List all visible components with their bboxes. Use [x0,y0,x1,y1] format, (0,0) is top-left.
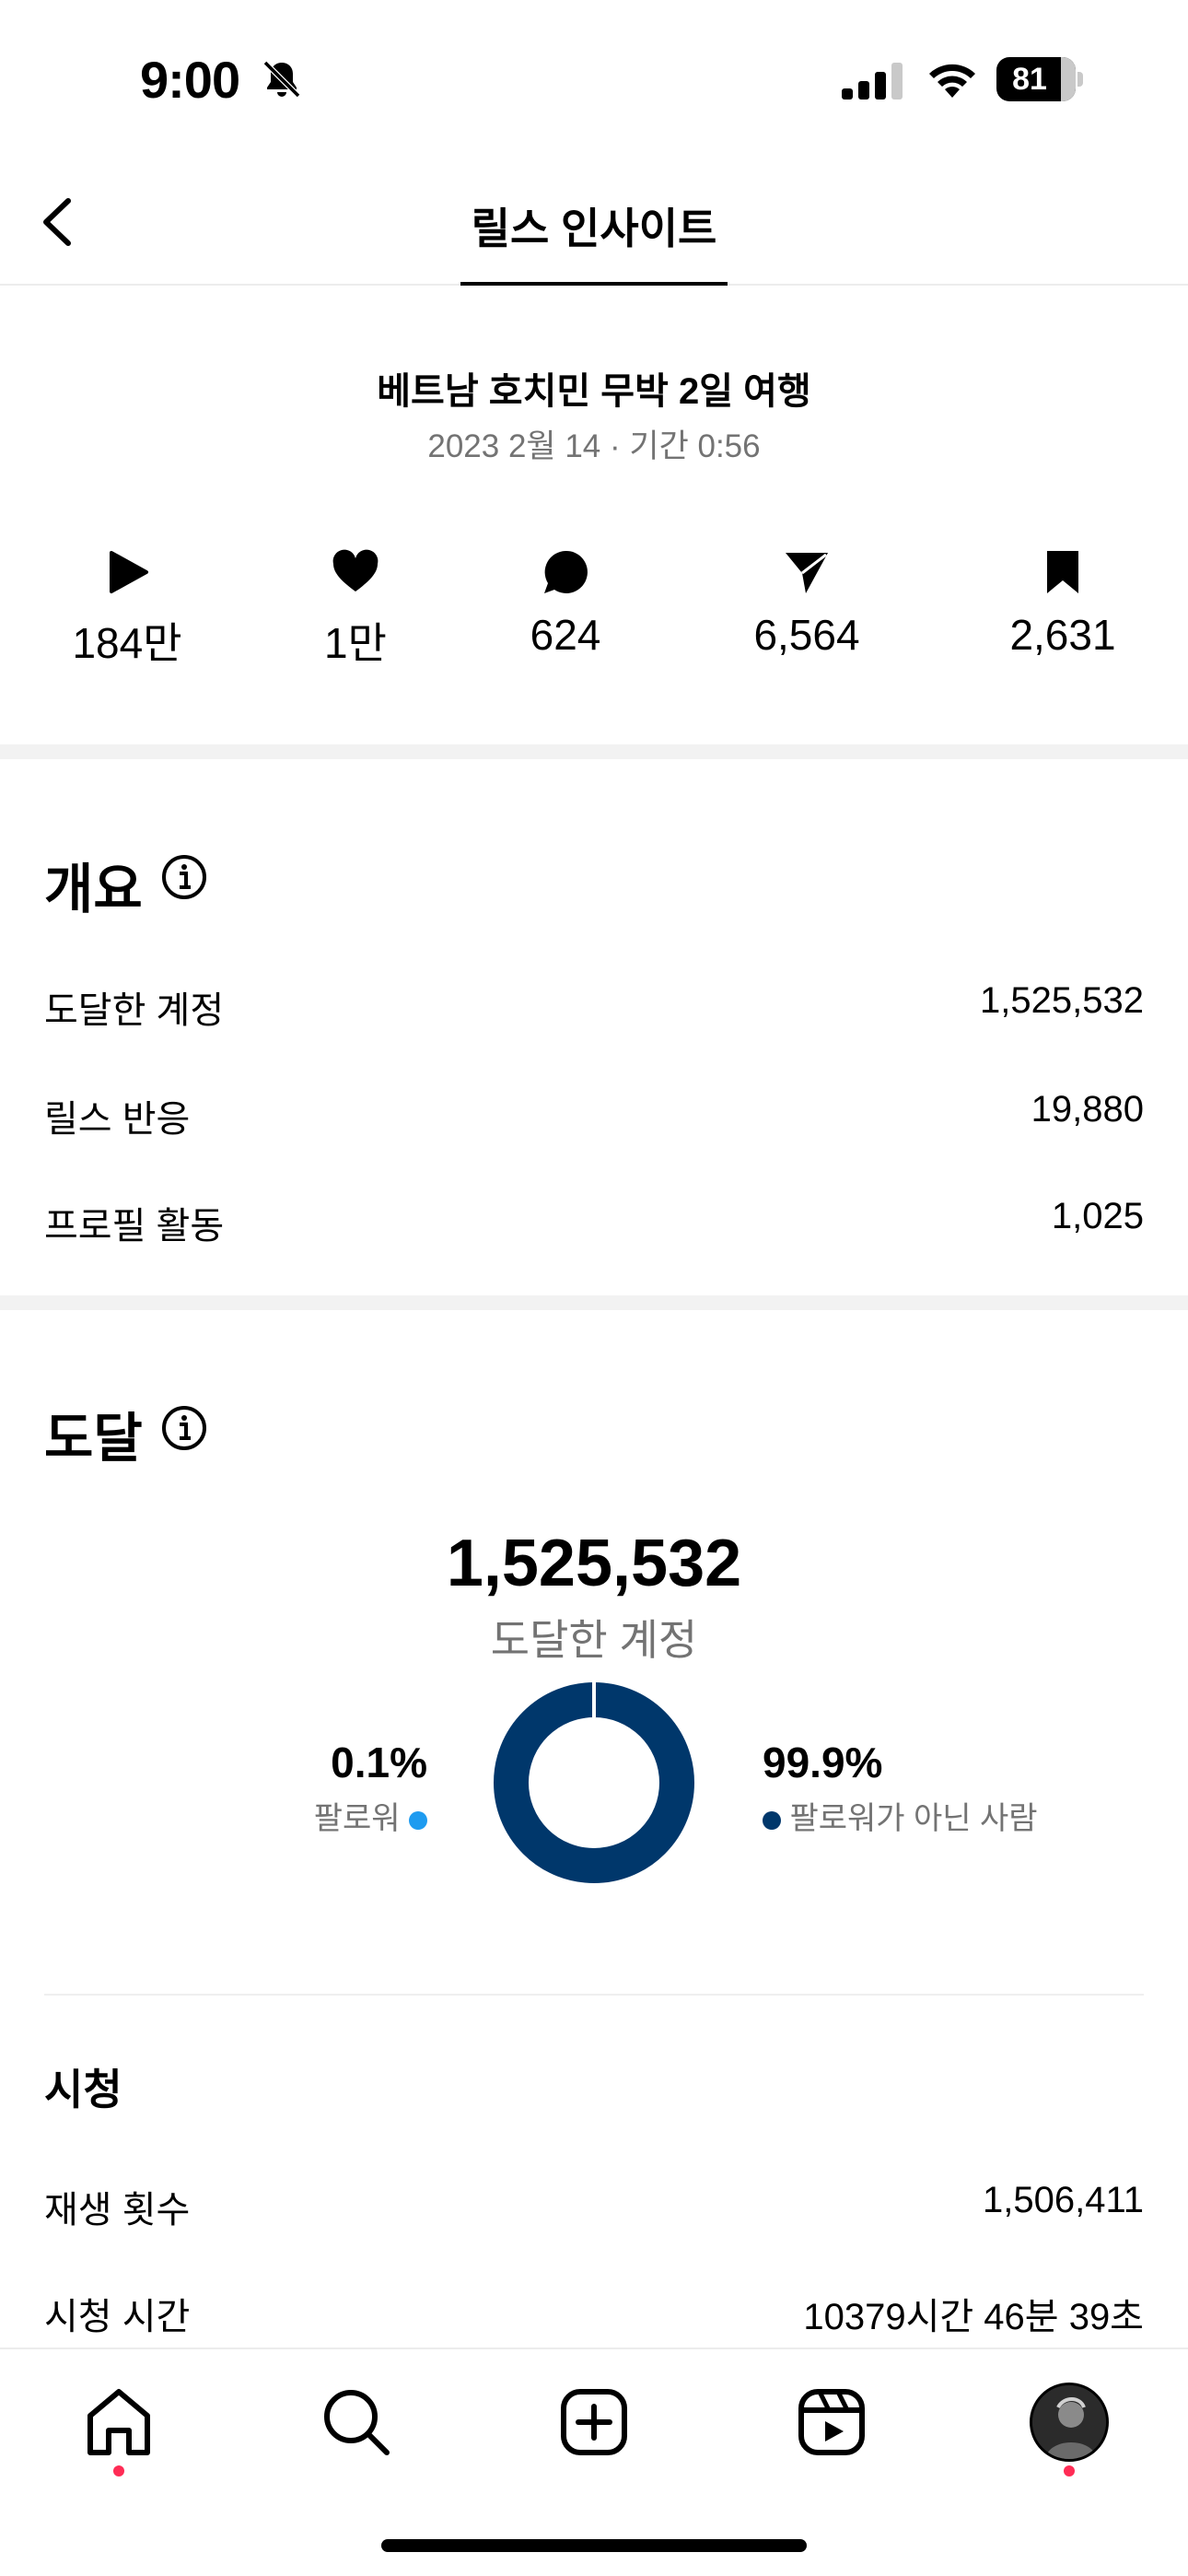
non-followers-label: 팔로워가 아닌 사람 [789,1801,1038,1836]
comments-stat: 624 [455,547,676,660]
home-tab[interactable] [79,2383,158,2462]
reel-title: 베트남 호치민 무박 2일 여행 [377,371,811,412]
info-icon[interactable] [160,1404,208,1452]
reels-insights-screen: 9:00 81 릴스 인사이트 베트남 호치민 무박 2일 여행 2023 2월… [0,0,1188,2576]
followers-percent: 0.1% [331,1739,427,1786]
likes-stat: 1만 [245,547,466,671]
comments-count: 624 [530,611,601,659]
reach-heading: 도달 [44,1409,143,1469]
reach-total-label: 도달한 계정 [490,1616,698,1664]
create-tab[interactable] [554,2383,634,2462]
title-underline [460,282,728,286]
profile-activity-value: 1,025 [1051,1196,1144,1236]
non-followers-legend: 팔로워가 아닌 사람 [763,1793,1038,1838]
reached-accounts-value: 1,525,532 [980,980,1144,1021]
page-title: 릴스 인사이트 [471,205,717,252]
home-icon [87,2389,150,2455]
profile-notification-dot [1064,2465,1075,2476]
reels-engagement-value: 19,880 [1031,1089,1144,1130]
create-icon [561,2389,627,2455]
status-time: 9:00 [140,51,240,109]
info-icon[interactable] [160,853,208,901]
home-notification-dot [113,2465,124,2476]
divider [44,1994,1144,1996]
play-icon [110,551,148,593]
non-followers-percent: 99.9% [763,1739,883,1786]
wifi-icon [929,64,975,98]
followers-dot [409,1811,427,1831]
bookmark-icon [1047,551,1078,593]
plays-stat: 184만 [17,547,238,671]
non-followers-dot [763,1811,781,1831]
home-indicator [381,2539,807,2552]
profile-avatar[interactable] [1030,2383,1109,2462]
cellular-signal-icon [842,63,903,100]
watch-time-value: 10379시간 46분 39초 [803,2297,1144,2337]
share-icon [786,553,828,593]
comment-icon [544,550,588,593]
saves-count: 2,631 [1009,611,1116,659]
shares-count: 6,564 [753,611,860,659]
shares-stat: 6,564 [696,547,917,660]
battery-level: 81 [1012,62,1047,97]
search-tab[interactable] [317,2383,396,2462]
plays-count: 184만 [72,619,182,667]
watch-time-label: 시청 시간 [44,2297,191,2337]
saves-stat: 2,631 [952,547,1173,660]
followers-legend: 팔로워 [314,1793,427,1838]
followers-label: 팔로워 [313,1801,401,1836]
likes-count: 1만 [324,619,387,667]
reel-meta: 2023 2월 14 · 기간 0:56 [427,428,761,464]
silent-bell-icon [262,60,301,99]
search-icon [324,2390,390,2455]
reached-accounts-label: 도달한 계정 [44,990,225,1031]
viewing-heading: 시청 [44,2066,122,2113]
reels-tab[interactable] [792,2383,871,2462]
section-divider [0,1295,1188,1310]
non-followers-ring [494,1682,694,1883]
reel-stats: 184만 1만 624 6,564 2,631 [0,547,1188,676]
nav-header: 릴스 인사이트 [0,157,1188,286]
status-bar: 9:00 81 [0,0,1188,157]
plays-label: 재생 횟수 [44,2190,191,2231]
battery-icon: 81 [996,57,1083,101]
reach-donut-chart [494,1682,694,1883]
profile-activity-label: 프로필 활동 [44,1206,225,1247]
plays-value: 1,506,411 [983,2180,1144,2220]
reels-icon [798,2389,865,2455]
reach-total: 1,525,532 [446,1527,742,1600]
avatar-image [1032,2385,1106,2459]
section-divider [0,744,1188,759]
reels-engagement-label: 릴스 반응 [44,1099,191,1140]
heart-icon [332,549,379,591]
overview-heading: 개요 [44,860,143,919]
